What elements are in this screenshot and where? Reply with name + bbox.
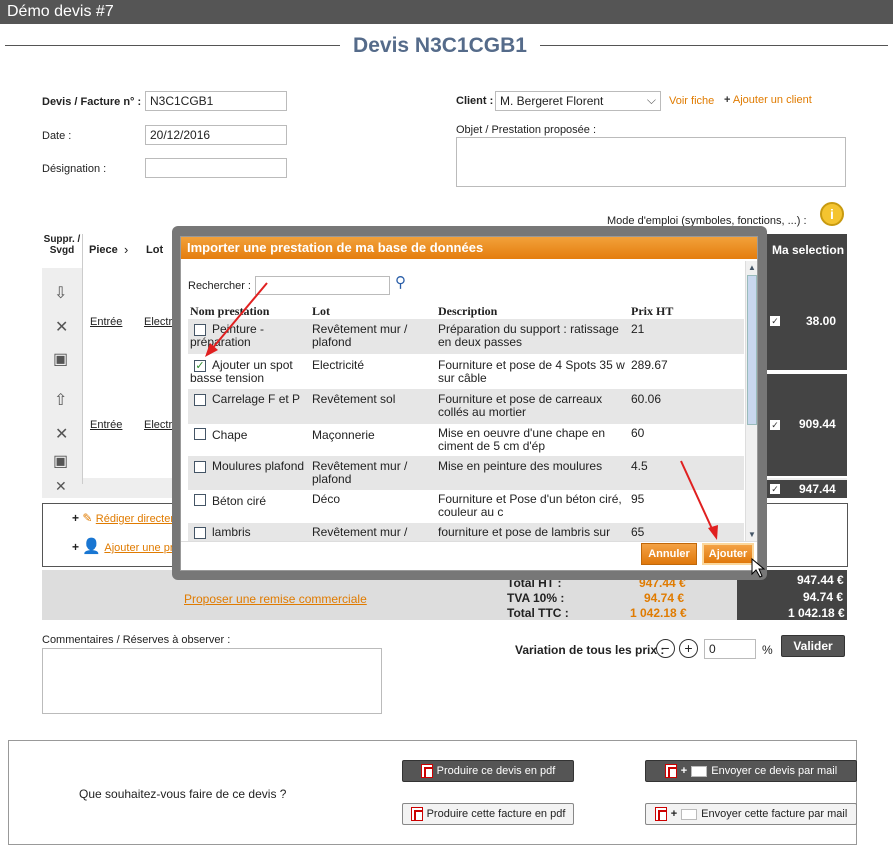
annotation-arrows	[205, 282, 766, 578]
cursor-icon	[751, 557, 766, 578]
arrow-head-icon	[708, 525, 718, 540]
annotation-arrow-ajouter	[680, 460, 714, 532]
annotation-arrow-checkbox	[210, 282, 268, 351]
